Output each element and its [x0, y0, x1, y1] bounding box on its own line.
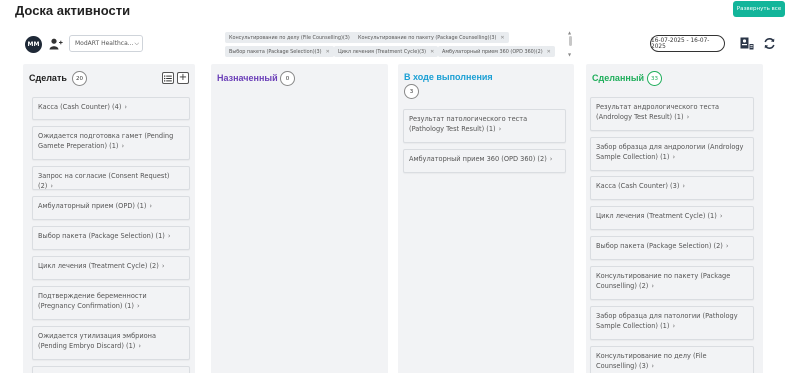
filter-chip[interactable]: Выбор пакета (Package Selection)(3) ✕	[225, 46, 334, 57]
chevron-right-icon: ›	[167, 232, 171, 240]
report-icon[interactable]	[738, 35, 755, 52]
chevron-right-icon: ›	[672, 153, 676, 161]
chevron-down-icon: ⌵	[134, 40, 139, 47]
plus-icon: +	[178, 72, 188, 83]
task-card[interactable]: Забор образца для андрологии (Andrology …	[590, 137, 754, 171]
task-card[interactable]: Цикл лечения (Treatment Cycle) (1) ›	[590, 206, 754, 230]
task-card[interactable]: Цикл лечения (Treatment Cycle) (2) ›	[32, 256, 190, 280]
chevron-right-icon: ›	[498, 125, 502, 133]
count-badge: 20	[72, 71, 87, 86]
task-card[interactable]: Забор образца для патологии (Pathology S…	[590, 306, 754, 340]
chevron-right-icon: ›	[549, 155, 553, 163]
chevron-right-icon: ›	[124, 103, 128, 111]
filter-chip[interactable]: Консультирование по делу (File Counselli…	[225, 32, 363, 43]
task-card[interactable]: Амбулаторный прием 360 (OPD 360) (2) ›	[403, 149, 566, 173]
filter-chip[interactable]: Амбулаторный прием 360 (OPD 360)(2) ✕	[438, 46, 555, 57]
close-icon[interactable]: ✕	[547, 49, 551, 55]
chevron-right-icon: ›	[50, 182, 53, 190]
task-card[interactable]: Выбор пакета (Package Selection) (1) ›	[32, 226, 190, 250]
count-badge: 0	[280, 71, 295, 86]
task-card[interactable]: Результат патологического теста (Patholo…	[403, 109, 566, 143]
add-task-button[interactable]: +	[177, 72, 189, 84]
chevron-right-icon: ›	[651, 362, 654, 370]
column-done: Сделанный 33 Результат андрологического …	[586, 64, 763, 373]
chevron-right-icon: ›	[138, 342, 141, 350]
task-card[interactable]	[32, 366, 190, 373]
list-view-icon[interactable]	[162, 72, 174, 84]
filter-chip[interactable]: Консультирование по пакету (Package Coun…	[354, 32, 509, 43]
task-card[interactable]: Запрос на согласие (Consent Request) (2)…	[32, 166, 190, 190]
task-card[interactable]: Ожидается утилизация эмбриона (Pending E…	[32, 326, 190, 360]
close-icon[interactable]: ✕	[326, 49, 330, 55]
task-card[interactable]: Подтверждение беременности (Pregnancy Co…	[32, 286, 190, 320]
count-badge: 33	[647, 71, 662, 86]
chevron-right-icon: ›	[161, 262, 165, 270]
chevron-right-icon: ›	[651, 282, 654, 290]
chevron-right-icon: ›	[682, 182, 686, 190]
close-icon[interactable]: ✕	[430, 49, 434, 55]
task-card[interactable]: Консультирование по пакету (Package Coun…	[590, 266, 754, 300]
column-assigned: Назначенный 0	[211, 64, 388, 373]
facility-select-value: ModART Healthca...	[75, 40, 134, 47]
task-card[interactable]: Касса (Cash Counter) (4) ›	[32, 97, 190, 120]
close-icon[interactable]: ✕	[500, 35, 504, 41]
chevron-right-icon: ›	[686, 113, 690, 121]
scroll-up-icon[interactable]: ▲	[568, 30, 571, 35]
count-badge: 3	[404, 84, 419, 99]
chevron-right-icon: ›	[136, 302, 140, 310]
column-title: Сделать	[29, 73, 67, 83]
facility-select[interactable]: ModART Healthca... ⌵	[69, 35, 143, 52]
chevron-right-icon: ›	[121, 142, 125, 150]
column-title: Сделанный	[592, 73, 645, 83]
chevron-right-icon: ›	[719, 212, 723, 220]
task-card[interactable]: Результат андрологического теста (Androl…	[590, 97, 754, 131]
filter-chip[interactable]: Цикл лечения (Treatment Cycle)(3) ✕	[334, 46, 439, 57]
task-card[interactable]: Ожидается подготовка гамет (Pending Game…	[32, 126, 190, 160]
task-card[interactable]: Касса (Cash Counter) (3) ›	[590, 176, 754, 200]
column-title: В ходе выполнения	[404, 72, 493, 82]
avatar[interactable]: MM	[25, 36, 42, 53]
scroll-down-icon[interactable]: ▼	[568, 52, 571, 57]
task-card[interactable]: Консультирование по делу (File Counselli…	[590, 346, 754, 373]
page-title: Доска активности	[15, 3, 131, 18]
column-title: Назначенный	[217, 73, 278, 83]
refresh-icon[interactable]	[761, 35, 778, 52]
chevron-right-icon: ›	[149, 202, 153, 210]
task-card[interactable]: Амбулаторный прием (OPD) (1) ›	[32, 196, 190, 220]
column-in-progress: В ходе выполнения 3 Результат патологиче…	[398, 64, 574, 373]
task-card[interactable]: Выбор пакета (Package Selection) (2) ›	[590, 236, 754, 260]
add-user-icon[interactable]	[48, 36, 64, 52]
filter-chips: Консультирование по делу (File Counselli…	[221, 29, 573, 59]
date-range-picker[interactable]: 16-07-2025 - 16-07-2025	[650, 35, 725, 52]
expand-all-button[interactable]: Развернуть все	[733, 1, 785, 17]
chevron-right-icon: ›	[725, 242, 729, 250]
chevron-right-icon: ›	[672, 322, 676, 330]
scrollbar-thumb[interactable]	[569, 36, 572, 46]
column-todo: Сделать 20 Касса (Cash Counter) (4) › Ожи…	[23, 64, 195, 373]
